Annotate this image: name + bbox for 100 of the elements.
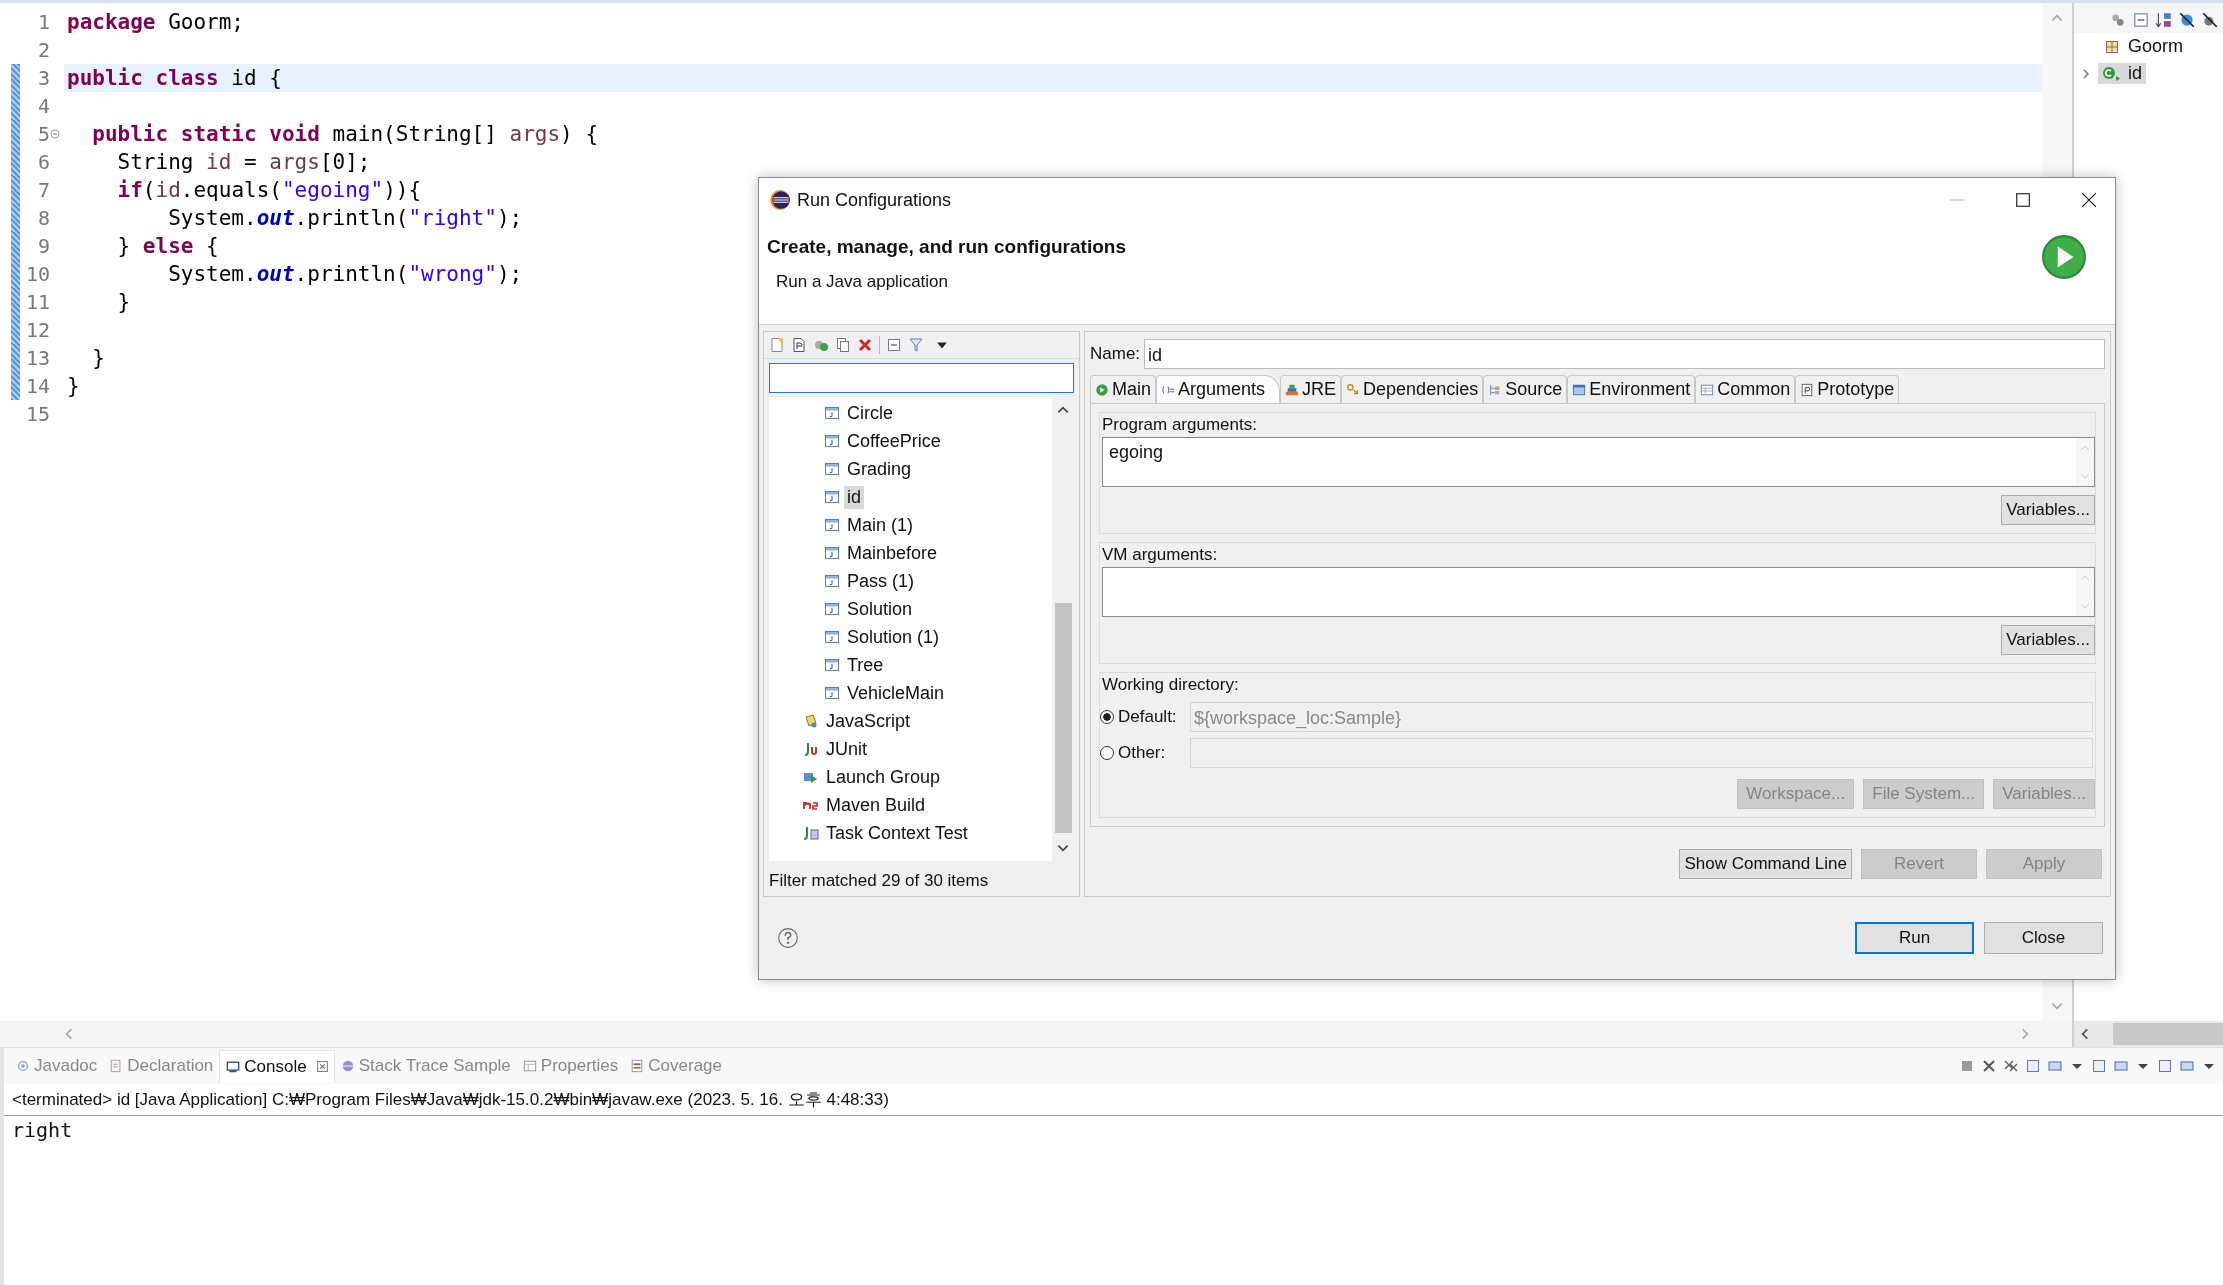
new-file-icon[interactable] <box>769 337 785 353</box>
tree-item[interactable]: Pass (1) <box>844 569 918 593</box>
tree-item[interactable]: Task Context Test <box>823 821 971 845</box>
tab[interactable]: Main <box>1090 375 1156 403</box>
name-field[interactable]: id <box>1144 339 2105 369</box>
code-line: } <box>67 374 80 398</box>
outline-item[interactable]: Goorm <box>2098 36 2187 57</box>
group-label: VM arguments: <box>1101 545 1219 565</box>
remove-all-icon[interactable] <box>2003 1058 2019 1074</box>
tree-item[interactable]: JUnit <box>823 737 870 761</box>
properties-icon <box>522 1059 537 1073</box>
help-icon[interactable] <box>777 927 799 949</box>
horizontal-scrollbar[interactable] <box>2074 1021 2223 1047</box>
dialog-button[interactable]: Close <box>1984 922 2103 954</box>
radio-button[interactable]: Default: <box>1100 707 1190 727</box>
class-icon <box>2102 65 2122 82</box>
new-prototype-icon[interactable] <box>791 337 807 353</box>
tab[interactable]: JRE <box>1280 375 1342 403</box>
group-label: Program arguments: <box>1101 415 1258 435</box>
stop-icon[interactable] <box>1959 1058 1975 1074</box>
tree-item[interactable]: Tree <box>844 653 887 677</box>
group-label: Working directory: <box>1101 675 1240 695</box>
code-line: if(id.equals("egoing")){ <box>116 178 422 202</box>
dialog-heading: Create, manage, and run configurations <box>767 236 1127 258</box>
tab[interactable]: Environment <box>1567 375 1696 403</box>
code-line: } else { <box>116 234 219 258</box>
line-number: 10 <box>24 261 50 288</box>
outline-item[interactable]: id <box>2098 63 2146 84</box>
line-number: 5 <box>36 121 50 148</box>
collapse-all-icon[interactable] <box>886 337 902 353</box>
page-icon[interactable] <box>2025 1058 2041 1074</box>
variables-button[interactable]: Variables... <box>2001 495 2095 525</box>
tree-item[interactable]: JavaScript <box>823 709 914 733</box>
code-line: String id = args[0]; <box>116 150 371 174</box>
collapse-all-icon[interactable] <box>2132 11 2150 29</box>
line-number: 12 <box>24 317 50 344</box>
directory-field[interactable] <box>1190 738 2093 768</box>
java-class-icon <box>824 573 840 589</box>
display-icon[interactable] <box>2091 1058 2107 1074</box>
tree-item[interactable]: VehicleMain <box>844 681 948 705</box>
vm-arguments-field[interactable] <box>1102 567 2095 617</box>
tree-item[interactable]: CoffeePrice <box>844 429 944 453</box>
filter-icon[interactable] <box>908 337 924 353</box>
tree-item[interactable]: id <box>844 485 864 509</box>
dialog-subtitle: Run a Java application <box>775 272 949 292</box>
java-class-icon <box>824 517 840 533</box>
action-button[interactable]: Show Command Line <box>1679 849 1852 879</box>
hide-static-icon[interactable] <box>2201 11 2219 29</box>
radio-button[interactable]: Other: <box>1100 743 1190 763</box>
filter-field[interactable] <box>769 363 1074 393</box>
java-class-icon <box>824 545 840 561</box>
junit-icon <box>803 741 819 757</box>
java-class-icon <box>824 685 840 701</box>
expand-icon[interactable] <box>2081 68 2091 79</box>
view-icon[interactable] <box>2157 1058 2173 1074</box>
dialog-button[interactable]: Run <box>1855 922 1974 954</box>
balls-icon[interactable] <box>2109 11 2127 29</box>
tree-item[interactable]: Solution (1) <box>844 625 943 649</box>
scroll-thumb[interactable] <box>2113 1023 2223 1045</box>
scroll-thumb[interactable] <box>1054 603 1072 833</box>
tree-item[interactable]: Circle <box>844 401 896 425</box>
tree-item[interactable]: Launch Group <box>823 765 944 789</box>
tab[interactable]: Dependencies <box>1341 375 1484 403</box>
tab[interactable]: Source <box>1483 375 1568 403</box>
line-number: 15 <box>24 401 50 428</box>
sort-icon[interactable] <box>2155 11 2173 29</box>
duplicate-icon[interactable] <box>835 337 851 353</box>
tree-item[interactable]: Grading <box>844 457 915 481</box>
hide-fields-icon[interactable] <box>2178 11 2196 29</box>
tree-item[interactable]: Mainbefore <box>844 541 941 565</box>
console-status: <terminated> id [Java Application] C:₩Program Files₩Java₩jdk-15.0.2₩bin₩javaw.exe (2023. 5. 16. 오후 4:48:33) <box>4 1084 2223 1116</box>
tree-item[interactable]: Main (1) <box>844 513 916 537</box>
line-number: 9 <box>36 233 50 260</box>
monitor-icon[interactable] <box>2113 1058 2129 1074</box>
collapse-icon[interactable] <box>50 129 60 139</box>
close-icon[interactable] <box>2081 192 2097 208</box>
remove-icon[interactable] <box>1981 1058 1997 1074</box>
code-line: System.out.println("wrong"); <box>167 262 523 286</box>
tree-item[interactable]: Solution <box>844 597 916 621</box>
console-output: right <box>11 1117 74 1144</box>
java-class-icon <box>824 657 840 673</box>
java-class-icon <box>824 461 840 477</box>
horizontal-scrollbar[interactable] <box>0 1021 2072 1047</box>
variables-button[interactable]: Variables... <box>2001 625 2095 655</box>
code-line: } <box>91 346 105 370</box>
line-number: 2 <box>36 37 50 64</box>
delete-icon[interactable] <box>857 337 873 353</box>
tab[interactable]: Common <box>1695 375 1796 403</box>
tab[interactable]: Arguments <box>1156 375 1281 403</box>
line-number: 14 <box>24 373 50 400</box>
maximize-icon[interactable] <box>2015 192 2031 208</box>
java-class-icon <box>824 489 840 505</box>
window-title: Run Configurations <box>797 189 952 211</box>
program-arguments-field[interactable]: egoing <box>1102 437 2095 487</box>
filter-status: Filter matched 29 of 30 items <box>768 870 990 891</box>
prototype-icon <box>1800 382 1815 397</box>
tree-item[interactable]: Maven Build <box>823 793 929 817</box>
tab[interactable]: Prototype <box>1795 375 1900 403</box>
scroll-icon <box>803 713 819 729</box>
view-tab[interactable]: Console <box>219 1049 335 1083</box>
